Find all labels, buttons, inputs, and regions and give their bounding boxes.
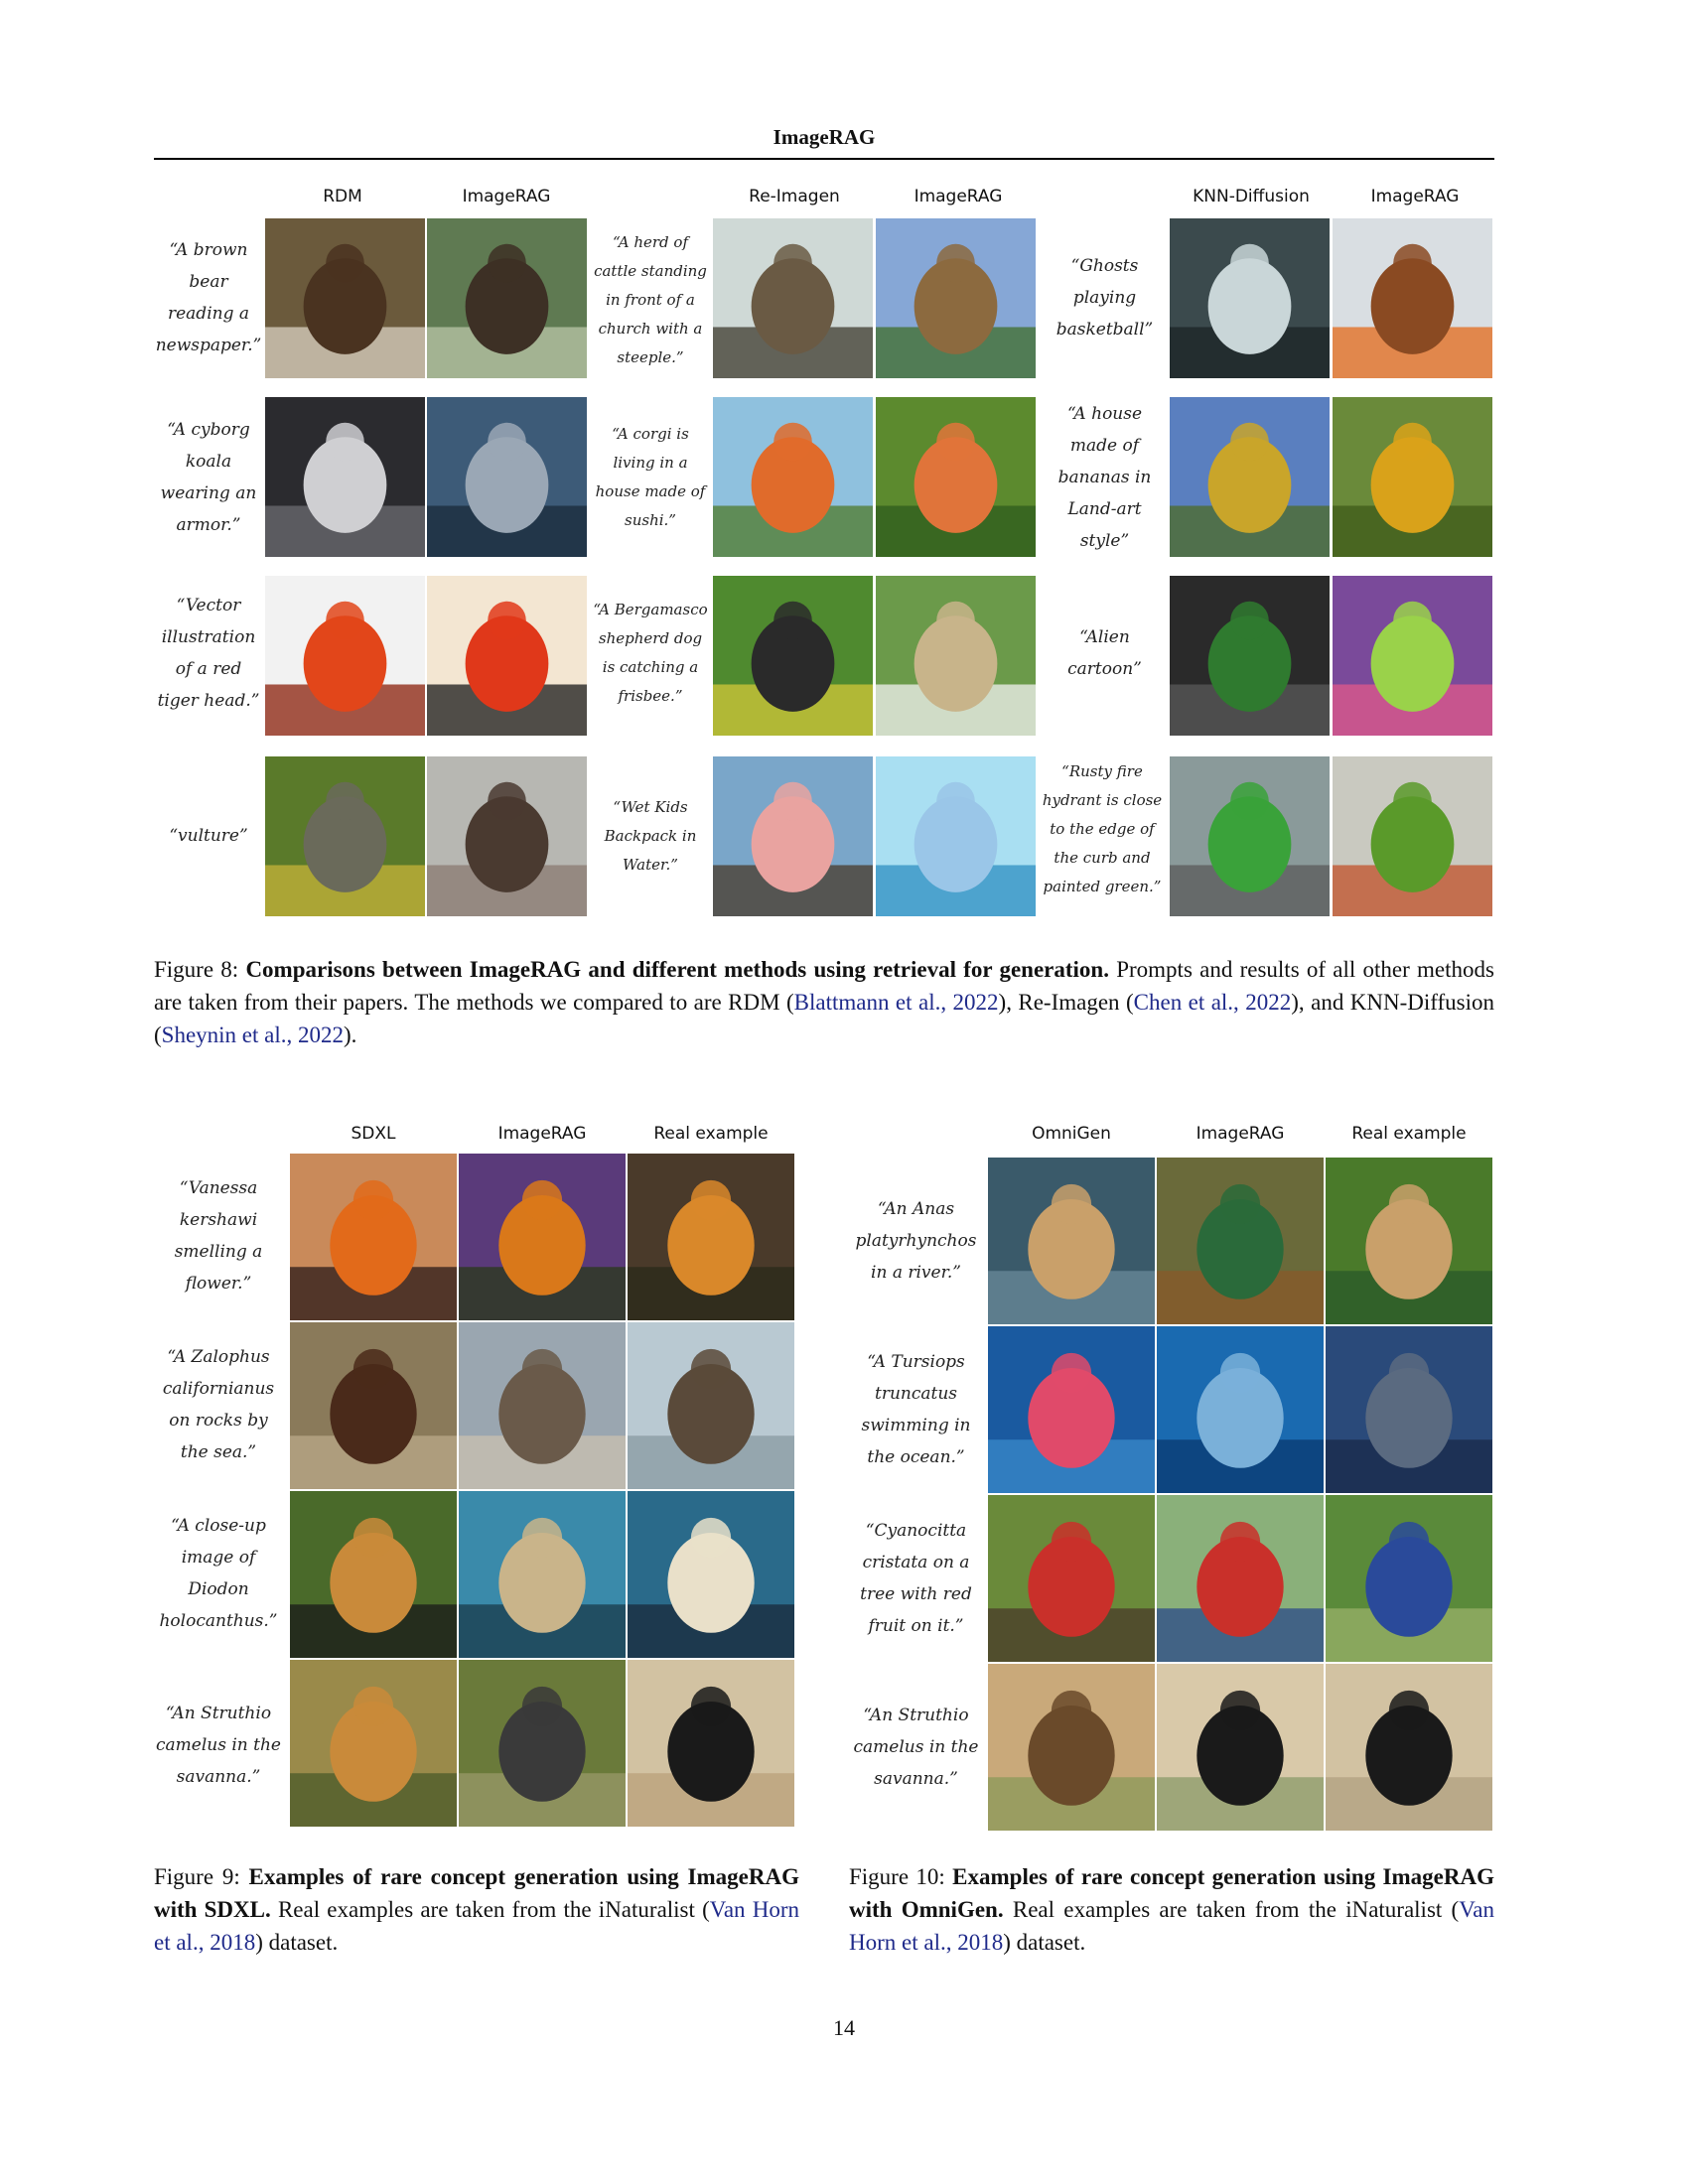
caption-title: Comparisons between ImageRAG and differe… <box>245 957 1109 982</box>
fig10-prompt-tursiops: “A Tursiops truncatus swimming in the oc… <box>861 1352 971 1467</box>
caption-label: Figure 9: <box>154 1864 240 1889</box>
image-rdm-vulture <box>265 756 425 916</box>
caption-text: ). <box>344 1023 357 1047</box>
image-imagerag-diodon <box>459 1491 626 1658</box>
fig10-prompt-anas: “An Anas platyrhynchos in a river.” <box>855 1199 977 1283</box>
fig8-header-reimagen: Re-Imagen <box>749 187 840 206</box>
image-imagerag-tiger <box>427 576 587 736</box>
image-knn-alien <box>1170 576 1330 736</box>
image-imagerag-zalophus <box>459 1322 626 1489</box>
fig10-header-imagerag: ImageRAG <box>1196 1124 1285 1144</box>
caption-text: Real examples are taken from the iNatura… <box>277 1897 710 1922</box>
image-imagerag-dog <box>876 576 1036 736</box>
fig8-header-imagerag-2: ImageRAG <box>914 187 1003 206</box>
image-reimagen-church <box>713 218 873 378</box>
image-reimagen-corgi <box>713 397 873 557</box>
fig8-prompt-hydrant: “Rusty fire hydrant is close to the edge… <box>1042 761 1163 895</box>
caption-text: ) dataset. <box>255 1930 339 1955</box>
image-sdxl-zalophus <box>290 1322 457 1489</box>
image-knn-bananas <box>1170 397 1330 557</box>
fig9-header-real: Real example <box>653 1124 769 1144</box>
image-real-zalophus <box>628 1322 794 1489</box>
image-real-anas <box>1326 1158 1492 1324</box>
fig8-header-imagerag-3: ImageRAG <box>1370 187 1460 206</box>
caption-label: Figure 8: <box>154 957 239 982</box>
fig8-header-imagerag-1: ImageRAG <box>462 187 551 206</box>
image-imagerag-struthio <box>1157 1664 1324 1831</box>
image-omnigen-struthio <box>988 1664 1155 1831</box>
fig8-prompt-cattle: “A herd of cattle standing in front of a… <box>594 232 707 366</box>
image-imagerag-alien <box>1333 576 1492 736</box>
fig8-prompt-bananas: “A house made of bananas in Land-art sty… <box>1057 403 1152 551</box>
citation-link[interactable]: Blattmann et al., 2022 <box>794 990 999 1015</box>
fig9-header-sdxl: SDXL <box>351 1124 396 1144</box>
image-omnigen-tursiops <box>988 1326 1155 1493</box>
image-imagerag-struthio <box>459 1660 626 1827</box>
image-rdm-koala <box>265 397 425 557</box>
citation-link[interactable]: Chen et al., 2022 <box>1134 990 1292 1015</box>
fig8-prompt-koala: “A cyborg koala wearing an armor.” <box>160 419 257 535</box>
image-sdxl-struthio <box>290 1660 457 1827</box>
image-imagerag-ghosts <box>1333 218 1492 378</box>
running-head: ImageRAG <box>773 125 876 149</box>
image-reimagen-dog <box>713 576 873 736</box>
image-rdm-bear <box>265 218 425 378</box>
fig9-prompt-diodon: “A close-up image of Diodon holocanthus.… <box>159 1516 278 1631</box>
fig8-header-knn-diffusion: KNN-Diffusion <box>1193 187 1310 206</box>
image-real-tursiops <box>1326 1326 1492 1493</box>
image-imagerag-tursiops <box>1157 1326 1324 1493</box>
image-knn-hydrant <box>1170 756 1330 916</box>
image-knn-ghosts <box>1170 218 1330 378</box>
image-real-cyanocitta <box>1326 1495 1492 1662</box>
fig8-prompt-bear: “A brown bear reading a newspaper.” <box>155 240 262 355</box>
fig10-header-real: Real example <box>1351 1124 1467 1144</box>
figure-9-caption: Figure 9: Examples of rare concept gener… <box>154 1860 799 1959</box>
fig10-prompt-struthio: “An Struthio camelus in the savanna.” <box>853 1706 979 1789</box>
fig8-prompt-vulture: “vulture” <box>169 826 248 846</box>
image-reimagen-backpack <box>713 756 873 916</box>
caption-text: ), Re-Imagen ( <box>998 990 1134 1015</box>
image-imagerag-herd <box>876 218 1036 378</box>
figure-10-caption: Figure 10: Examples of rare concept gene… <box>849 1860 1494 1959</box>
page-number: 14 <box>833 2015 855 2040</box>
fig9-prompt-zalophus: “A Zalophus californianus on rocks by th… <box>162 1347 275 1462</box>
image-imagerag-cyanocitta <box>1157 1495 1324 1662</box>
fig9-prompt-vanessa: “Vanessa kershawi smelling a flower.” <box>174 1178 263 1294</box>
image-real-diodon <box>628 1491 794 1658</box>
image-sdxl-diodon <box>290 1491 457 1658</box>
fig8-prompt-bergamasco: “A Bergamasco shepherd dog is catching a… <box>593 601 708 705</box>
image-imagerag-koala <box>427 397 587 557</box>
image-real-vanessa <box>628 1154 794 1320</box>
figure-8-caption: Figure 8: Comparisons between ImageRAG a… <box>154 953 1494 1051</box>
fig8-prompt-corgi: “A corgi is living in a house made of su… <box>595 424 706 529</box>
fig8-prompt-tiger: “Vector illustration of a red tiger head… <box>157 596 260 711</box>
header-rule <box>154 158 1494 160</box>
image-imagerag-hydrant <box>1333 756 1492 916</box>
fig9-header-imagerag: ImageRAG <box>497 1124 587 1144</box>
fig10-header-omnigen: OmniGen <box>1032 1124 1111 1144</box>
image-real-struthio-2 <box>1326 1664 1492 1831</box>
caption-text: ) dataset. <box>1003 1930 1086 1955</box>
image-omnigen-cyanocitta <box>988 1495 1155 1662</box>
image-imagerag-backpack <box>876 756 1036 916</box>
image-imagerag-corgi <box>876 397 1036 557</box>
image-imagerag-vanessa <box>459 1154 626 1320</box>
fig8-prompt-backpack: “Wet Kids Backpack in Water.” <box>604 797 697 874</box>
fig8-prompt-ghosts: “Ghosts playing basketball” <box>1055 256 1154 340</box>
fig9-prompt-struthio: “An Struthio camelus in the savanna.” <box>156 1704 281 1787</box>
image-real-struthio <box>628 1660 794 1827</box>
image-imagerag-bananas <box>1333 397 1492 557</box>
image-imagerag-vulture <box>427 756 587 916</box>
fig8-prompt-alien: “Alien cartoon” <box>1067 627 1142 679</box>
caption-label: Figure 10: <box>849 1864 945 1889</box>
citation-link[interactable]: Sheynin et al., 2022 <box>162 1023 344 1047</box>
fig10-prompt-cyanocitta: “Cyanocitta cristata on a tree with red … <box>860 1521 972 1636</box>
caption-text: Real examples are taken from the iNatura… <box>1012 1897 1460 1922</box>
image-imagerag-anas <box>1157 1158 1324 1324</box>
fig8-header-rdm: RDM <box>323 187 362 206</box>
image-omnigen-anas <box>988 1158 1155 1324</box>
image-sdxl-vanessa <box>290 1154 457 1320</box>
image-rdm-tiger <box>265 576 425 736</box>
image-imagerag-bear <box>427 218 587 378</box>
